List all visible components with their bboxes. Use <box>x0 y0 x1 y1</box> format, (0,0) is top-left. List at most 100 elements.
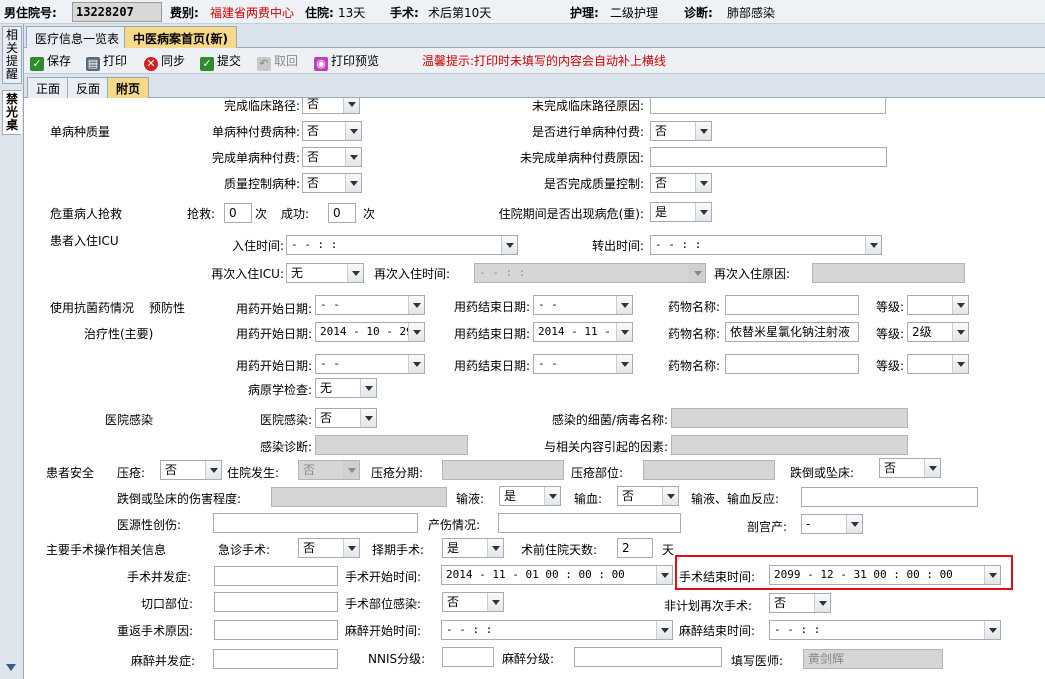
drug-level-select-1[interactable] <box>907 295 969 315</box>
tab-related-reminders[interactable]: 相关提醒 <box>2 26 22 84</box>
drug-name-input-1[interactable] <box>725 295 859 315</box>
clinical-path-select[interactable]: 否 <box>302 98 360 114</box>
single-disease-done-pay-select[interactable]: 否 <box>302 147 362 167</box>
quality-control-select[interactable]: 否 <box>302 173 362 193</box>
fall-select[interactable]: 否 <box>879 458 941 478</box>
scroll-down-icon[interactable] <box>6 664 16 671</box>
icu-re-in-time-picker[interactable]: - - : : <box>474 263 706 283</box>
doctor-input[interactable]: 黄剑辉 <box>803 649 943 669</box>
drug-level-select-3[interactable] <box>907 354 969 374</box>
sync-button[interactable]: ✕ 同步 <box>144 52 185 71</box>
chevron-down-icon[interactable] <box>616 296 632 314</box>
chevron-down-icon[interactable] <box>487 593 503 611</box>
chevron-down-icon[interactable] <box>695 203 711 221</box>
chevron-down-icon[interactable] <box>487 539 503 557</box>
chevron-down-icon[interactable] <box>616 323 632 341</box>
chevron-down-icon[interactable] <box>814 594 830 612</box>
transfusion-select[interactable]: 否 <box>617 486 679 506</box>
tab-appendix[interactable]: 附页 <box>107 77 150 98</box>
print-preview-button[interactable]: ◉ 打印预览 <box>314 52 379 71</box>
chevron-down-icon[interactable] <box>343 539 359 557</box>
print-button[interactable]: ▤ 打印 <box>86 52 127 71</box>
tab-tcm-record-front-page[interactable]: 中医病案首页(新) <box>124 26 237 48</box>
chevron-down-icon[interactable] <box>952 355 968 373</box>
chevron-down-icon[interactable] <box>662 487 678 505</box>
chevron-down-icon[interactable] <box>343 98 359 113</box>
single-disease-is-pay-select[interactable]: 否 <box>650 121 712 141</box>
tab-front[interactable]: 正面 <box>27 77 70 98</box>
pressure-sore-select[interactable]: 否 <box>160 460 222 480</box>
unplanned-reoperation-select[interactable]: 否 <box>769 593 831 613</box>
pathogen-select[interactable]: 无 <box>315 378 377 398</box>
infusion-select[interactable]: 是 <box>499 486 561 506</box>
chevron-down-icon[interactable] <box>656 566 672 584</box>
c-section-select[interactable]: - <box>801 514 863 534</box>
chevron-down-icon[interactable] <box>408 296 424 314</box>
chevron-down-icon[interactable] <box>205 461 221 479</box>
quality-control-done-select[interactable]: 否 <box>650 173 712 193</box>
infection-factor-input[interactable] <box>671 435 908 455</box>
transfusion-reaction-input[interactable] <box>801 487 978 507</box>
emergency-surgery-select[interactable]: 否 <box>298 538 360 558</box>
single-disease-undone-reason-input[interactable] <box>650 147 887 167</box>
icu-out-time-picker[interactable]: - - : : <box>650 235 882 255</box>
drug-start-date-2[interactable]: 2014 - 10 - 29 <box>315 322 425 342</box>
chevron-down-icon[interactable] <box>345 148 361 166</box>
drug-end-date-2[interactable]: 2014 - 11 - 07 <box>533 322 633 342</box>
chevron-down-icon[interactable] <box>924 459 940 477</box>
chevron-down-icon[interactable] <box>345 122 361 140</box>
chevron-down-icon[interactable] <box>501 236 517 254</box>
anesthesia-grade-input[interactable] <box>574 647 722 667</box>
submit-button[interactable]: ✓ 提交 <box>200 52 241 71</box>
chevron-down-icon[interactable] <box>984 621 1000 639</box>
chevron-down-icon[interactable] <box>952 323 968 341</box>
drug-name-input-3[interactable] <box>725 354 859 374</box>
birth-injury-input[interactable] <box>498 513 681 533</box>
chevron-down-icon[interactable] <box>345 174 361 192</box>
tab-light-table[interactable]: 禁光桌 <box>2 90 22 135</box>
chevron-down-icon[interactable] <box>408 355 424 373</box>
drug-name-input-2[interactable]: 依替米星氯化钠注射液 <box>725 322 859 342</box>
chevron-down-icon[interactable] <box>616 355 632 373</box>
icu-re-in-reason-input[interactable] <box>812 263 965 283</box>
hospital-infection-select[interactable]: 否 <box>315 408 377 428</box>
chevron-down-icon[interactable] <box>347 264 363 282</box>
icu-in-time-picker[interactable]: - - : : <box>286 235 518 255</box>
anesthesia-complication-input[interactable] <box>213 649 338 669</box>
return-reason-input[interactable] <box>214 620 338 640</box>
rescue-success-input[interactable]: 0 <box>328 203 356 223</box>
save-button[interactable]: ✓ 保存 <box>30 52 71 71</box>
chevron-down-icon[interactable] <box>360 409 376 427</box>
chevron-down-icon[interactable] <box>952 296 968 314</box>
iatrogenic-injury-input[interactable] <box>213 513 418 533</box>
cancel-button[interactable]: ↶ 取回 <box>257 52 298 71</box>
infection-pathogen-input[interactable] <box>671 408 908 428</box>
surgery-start-time-picker[interactable]: 2014 - 11 - 01 00 : 00 : 00 <box>441 565 673 585</box>
chevron-down-icon[interactable] <box>695 122 711 140</box>
chevron-down-icon[interactable] <box>846 515 862 533</box>
drug-start-date-3[interactable]: - - <box>315 354 425 374</box>
elective-surgery-select[interactable]: 是 <box>442 538 504 558</box>
single-disease-pay-type-select[interactable]: 否 <box>302 121 362 141</box>
drug-start-date-1[interactable]: - - <box>315 295 425 315</box>
surgery-complication-input[interactable] <box>214 566 338 586</box>
pre-op-days-input[interactable]: 2 <box>617 538 653 558</box>
drug-end-date-1[interactable]: - - <box>533 295 633 315</box>
anesthesia-end-picker[interactable]: - - : : <box>769 620 1001 640</box>
pressure-site-input[interactable] <box>643 460 775 480</box>
chevron-down-icon[interactable] <box>656 621 672 639</box>
anesthesia-start-picker[interactable]: - - : : <box>441 620 673 640</box>
chevron-down-icon[interactable] <box>695 174 711 192</box>
chevron-down-icon[interactable] <box>360 379 376 397</box>
icu-re-in-select[interactable]: 无 <box>286 263 364 283</box>
tab-medical-info-list[interactable]: 医疗信息一览表 <box>26 26 129 48</box>
drug-end-date-3[interactable]: - - <box>533 354 633 374</box>
chevron-down-icon[interactable] <box>544 487 560 505</box>
critical-condition-select[interactable]: 是 <box>650 202 712 222</box>
tab-back[interactable]: 反面 <box>67 77 110 98</box>
pressure-in-hospital-select[interactable]: 否 <box>298 460 360 480</box>
drug-level-select-2[interactable]: 2级 <box>907 322 969 342</box>
pressure-stage-input[interactable] <box>442 460 564 480</box>
incision-site-input[interactable] <box>214 592 338 612</box>
rescue-count-input[interactable]: 0 <box>224 203 252 223</box>
